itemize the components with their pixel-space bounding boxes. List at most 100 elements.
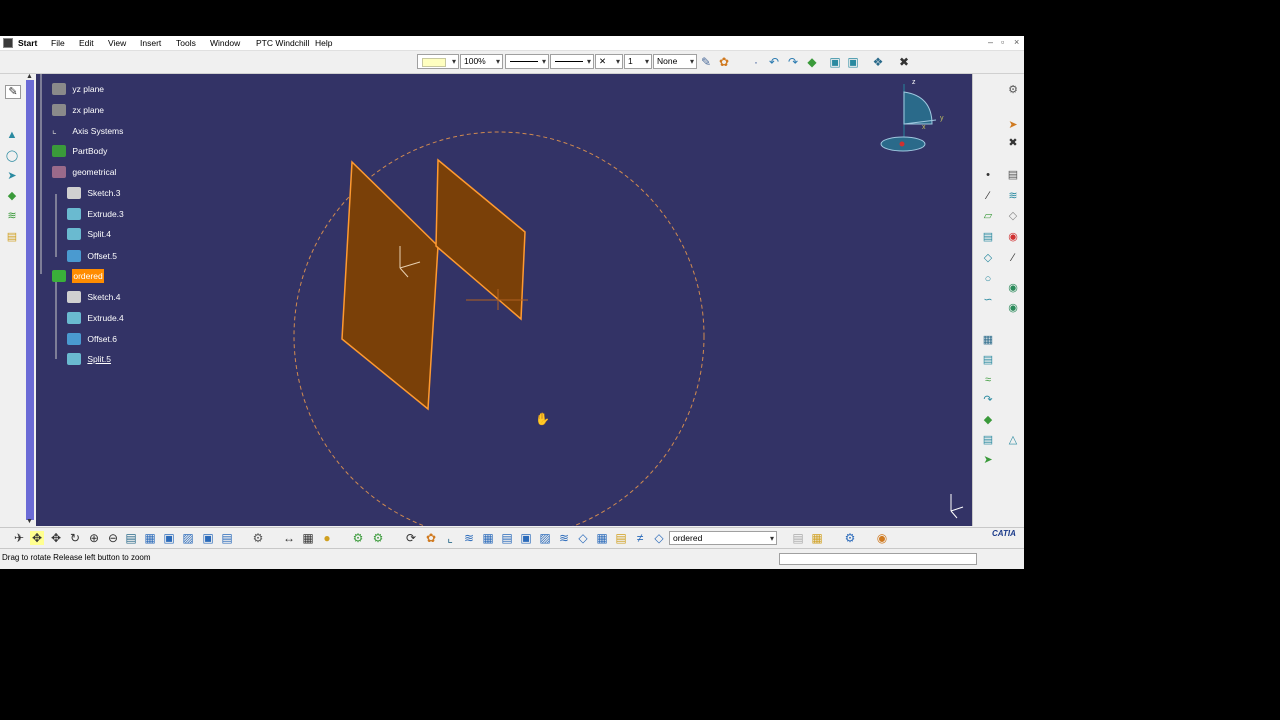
surface-extrapolate-icon[interactable]: ◇ bbox=[1006, 210, 1020, 222]
insert-body-icon[interactable]: ▤ bbox=[614, 531, 628, 545]
analysis-tools-icon[interactable]: ⚙ bbox=[843, 531, 857, 545]
multi-view-icon[interactable]: ▦ bbox=[143, 531, 157, 545]
menu-window[interactable]: Window bbox=[210, 38, 240, 48]
menu-ptc-windchill[interactable]: PTC Windchill bbox=[256, 38, 309, 48]
formula-icon[interactable]: ≠ bbox=[633, 531, 647, 545]
view-side-icon[interactable]: ▣ bbox=[846, 55, 860, 69]
options-icon[interactable]: ❖ bbox=[871, 55, 885, 69]
rendering-style-combo[interactable]: 1 ▾ bbox=[624, 54, 652, 69]
catalog-icon[interactable]: ⚙ bbox=[251, 531, 265, 545]
surface-split4[interactable] bbox=[341, 160, 439, 411]
tree-node-split4[interactable]: Split.4 bbox=[67, 226, 111, 240]
operations-icon[interactable]: ✖ bbox=[1006, 137, 1020, 149]
current-set-icon[interactable]: ◇ bbox=[652, 531, 666, 545]
tree-node-yz-plane[interactable]: yz plane bbox=[52, 81, 104, 95]
tree-node-axis-systems[interactable]: ⌞ Axis Systems bbox=[52, 123, 123, 137]
user-feature-icon[interactable]: ◇ bbox=[576, 531, 590, 545]
healing-tool-icon[interactable]: ▤ bbox=[981, 354, 995, 366]
menu-start[interactable]: Start bbox=[18, 38, 38, 48]
scan-icon[interactable]: ✿ bbox=[424, 531, 438, 545]
scroll-down-icon[interactable]: ▼ bbox=[26, 518, 33, 525]
3d-viewport[interactable]: ✋ z x y bbox=[36, 74, 972, 526]
split-tool-icon[interactable]: ≈ bbox=[981, 374, 995, 386]
tree-node-split5[interactable]: Split.5 bbox=[67, 351, 111, 365]
power-copy-icon[interactable]: ≋ bbox=[557, 531, 571, 545]
measure-between-icon[interactable]: ↔ bbox=[282, 531, 296, 545]
plane-system-icon[interactable]: ≋ bbox=[462, 531, 476, 545]
instantiate-icon[interactable]: ▨ bbox=[538, 531, 552, 545]
tree-node-extrude3[interactable]: Extrude.3 bbox=[67, 206, 124, 220]
work-on-support-icon[interactable]: ▤ bbox=[500, 531, 514, 545]
iso-view-icon[interactable]: ▣ bbox=[162, 531, 176, 545]
current-set-combo[interactable]: ordered ▾ bbox=[669, 531, 777, 545]
curve-offset-icon[interactable]: ≋ bbox=[1006, 190, 1020, 202]
menu-edit[interactable]: Edit bbox=[79, 38, 94, 48]
analysis-icon[interactable]: ◉ bbox=[1006, 282, 1020, 294]
surface-split5[interactable] bbox=[435, 158, 526, 321]
command-input[interactable] bbox=[779, 553, 977, 565]
menu-tools[interactable]: Tools bbox=[176, 38, 196, 48]
transparency-combo[interactable]: 100% ▾ bbox=[460, 54, 503, 69]
point-icon[interactable]: · bbox=[749, 55, 763, 69]
law-icon[interactable]: △ bbox=[1006, 434, 1020, 446]
view-front-icon[interactable]: ▣ bbox=[828, 55, 842, 69]
menu-insert[interactable]: Insert bbox=[140, 38, 161, 48]
table-icon[interactable]: ▦ bbox=[810, 531, 824, 545]
blend-tool-icon[interactable]: ≋ bbox=[5, 210, 19, 222]
layer-combo[interactable]: None ▾ bbox=[653, 54, 697, 69]
extrude-tool-icon[interactable]: ▲ bbox=[5, 129, 19, 141]
apply-material-icon[interactable]: ◉ bbox=[875, 531, 889, 545]
measure-item-icon[interactable]: ▦ bbox=[301, 531, 315, 545]
app-icon[interactable] bbox=[3, 38, 13, 48]
tree-node-zx-plane[interactable]: zx plane bbox=[52, 102, 104, 116]
translate-tool-icon[interactable]: ➤ bbox=[981, 454, 995, 466]
tree-node-sketch4[interactable]: Sketch.4 bbox=[67, 289, 120, 303]
tree-node-offset6[interactable]: Offset.6 bbox=[67, 331, 117, 345]
line-icon[interactable]: ↶ bbox=[767, 55, 781, 69]
axis-system-icon[interactable]: ⌞ bbox=[443, 531, 457, 545]
hide-show-icon[interactable]: ▣ bbox=[201, 531, 215, 545]
boundary-tool-icon[interactable]: ◆ bbox=[981, 414, 995, 426]
zoom-out-icon[interactable]: ⊖ bbox=[106, 531, 120, 545]
intersection-tool-icon[interactable]: ◇ bbox=[981, 252, 995, 264]
line-thickness-combo[interactable]: ▾ bbox=[505, 54, 549, 69]
update-icon[interactable]: ⚙ bbox=[351, 531, 365, 545]
tree-node-ordered[interactable]: ordered bbox=[52, 268, 104, 283]
snap-point-icon[interactable]: ▣ bbox=[519, 531, 533, 545]
compass-widget[interactable] bbox=[880, 84, 937, 152]
spline-tool-icon[interactable]: ∽ bbox=[981, 294, 995, 306]
tree-node-extrude4[interactable]: Extrude.4 bbox=[67, 310, 124, 324]
line-tool-icon[interactable]: ∕ bbox=[981, 190, 995, 202]
tree-scrollbar[interactable]: ▲ ▼ bbox=[24, 73, 36, 526]
join-tool-icon[interactable]: ▦ bbox=[981, 334, 995, 346]
sketcher-icon[interactable]: ✎ bbox=[5, 85, 21, 99]
normal-view-icon[interactable]: ▤ bbox=[124, 531, 138, 545]
scrollbar-thumb[interactable] bbox=[26, 80, 34, 520]
abc-annotation-icon[interactable]: ▤ bbox=[1006, 169, 1020, 181]
line-type-combo[interactable]: ▾ bbox=[550, 54, 594, 69]
trim-tool-icon[interactable]: ↷ bbox=[981, 394, 995, 406]
scroll-up-icon[interactable]: ▲ bbox=[26, 73, 33, 80]
point-tool-icon[interactable]: • bbox=[981, 169, 995, 181]
fill-tool-icon[interactable]: ◆ bbox=[5, 190, 19, 202]
zoom-in-icon[interactable]: ⊕ bbox=[87, 531, 101, 545]
point-symbol-combo[interactable]: ✕ ▾ bbox=[595, 54, 623, 69]
menu-help[interactable]: Help bbox=[315, 38, 332, 48]
tree-node-partbody[interactable]: PartBody bbox=[52, 143, 107, 157]
manual-update-icon[interactable]: ⚙ bbox=[371, 531, 385, 545]
extract-tool-icon[interactable]: ▤ bbox=[981, 434, 995, 446]
tree-node-sketch3[interactable]: Sketch.3 bbox=[67, 185, 120, 199]
menu-file[interactable]: File bbox=[51, 38, 65, 48]
measure-inertia-icon[interactable]: ● bbox=[320, 531, 334, 545]
circle-tool-icon[interactable]: ○ bbox=[981, 273, 995, 285]
grid-icon[interactable]: ▦ bbox=[481, 531, 495, 545]
shading-icon[interactable]: ▨ bbox=[181, 531, 195, 545]
format-painter-icon[interactable]: ✎ bbox=[699, 55, 713, 69]
swap-visible-space-icon[interactable]: ▤ bbox=[220, 531, 234, 545]
tools-icon[interactable]: ✖ bbox=[897, 55, 911, 69]
menu-view[interactable]: View bbox=[108, 38, 126, 48]
restore-button[interactable]: ▫ bbox=[1001, 37, 1004, 47]
sweep-tool-icon[interactable]: ➤ bbox=[5, 170, 19, 182]
close-button[interactable]: × bbox=[1014, 37, 1019, 47]
minimize-button[interactable]: – bbox=[988, 37, 993, 47]
